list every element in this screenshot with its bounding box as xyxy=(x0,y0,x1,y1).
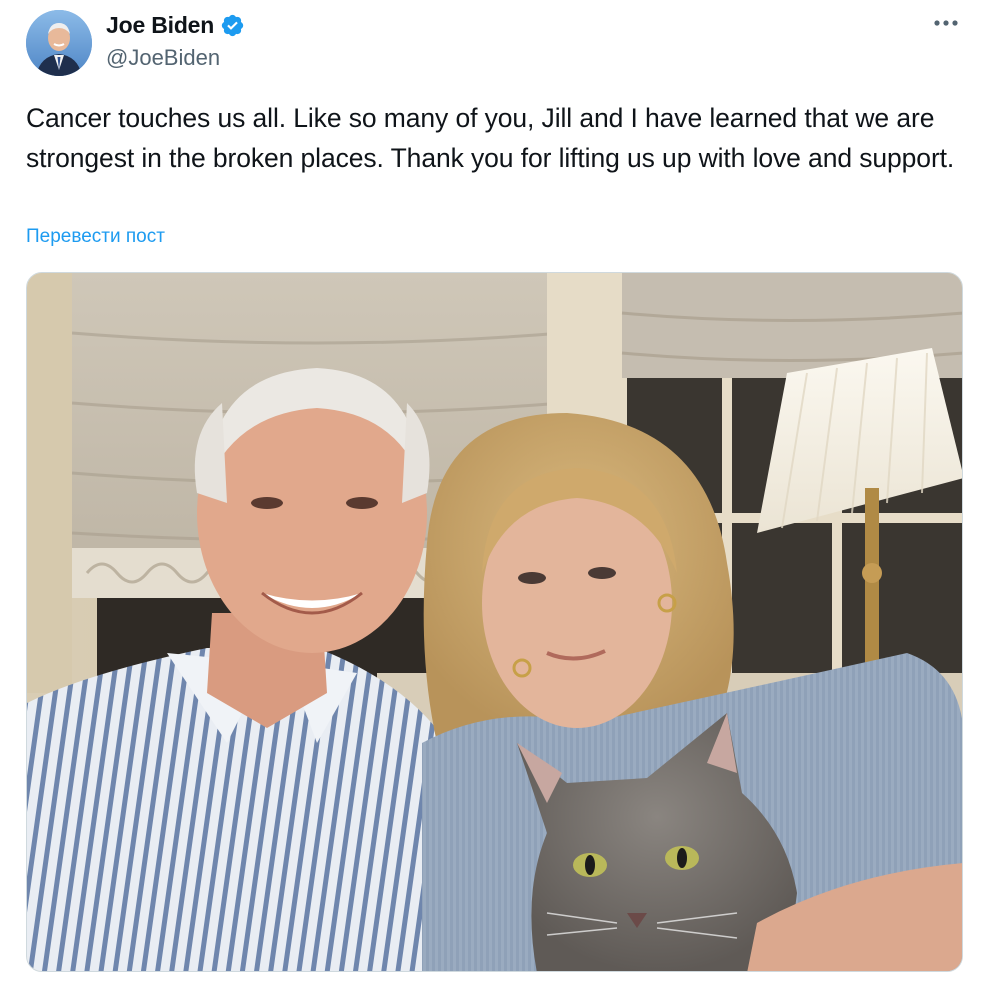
author-display-name[interactable]: Joe Biden xyxy=(106,12,214,39)
avatar-image xyxy=(26,10,92,76)
name-row: Joe Biden xyxy=(106,10,245,40)
more-horizontal-icon xyxy=(934,20,958,26)
tweet-photo[interactable] xyxy=(26,272,963,972)
author-handle[interactable]: @JoeBiden xyxy=(106,45,245,71)
photo-image xyxy=(27,273,962,971)
verified-badge-icon[interactable] xyxy=(220,13,245,38)
author-avatar[interactable] xyxy=(26,10,92,76)
more-options-button[interactable] xyxy=(931,8,961,38)
author-block: Joe Biden @JoeBiden xyxy=(106,10,245,71)
translate-post-link[interactable]: Перевести пост xyxy=(26,226,165,248)
tweet-text: Cancer touches us all. Like so many of y… xyxy=(26,103,955,173)
